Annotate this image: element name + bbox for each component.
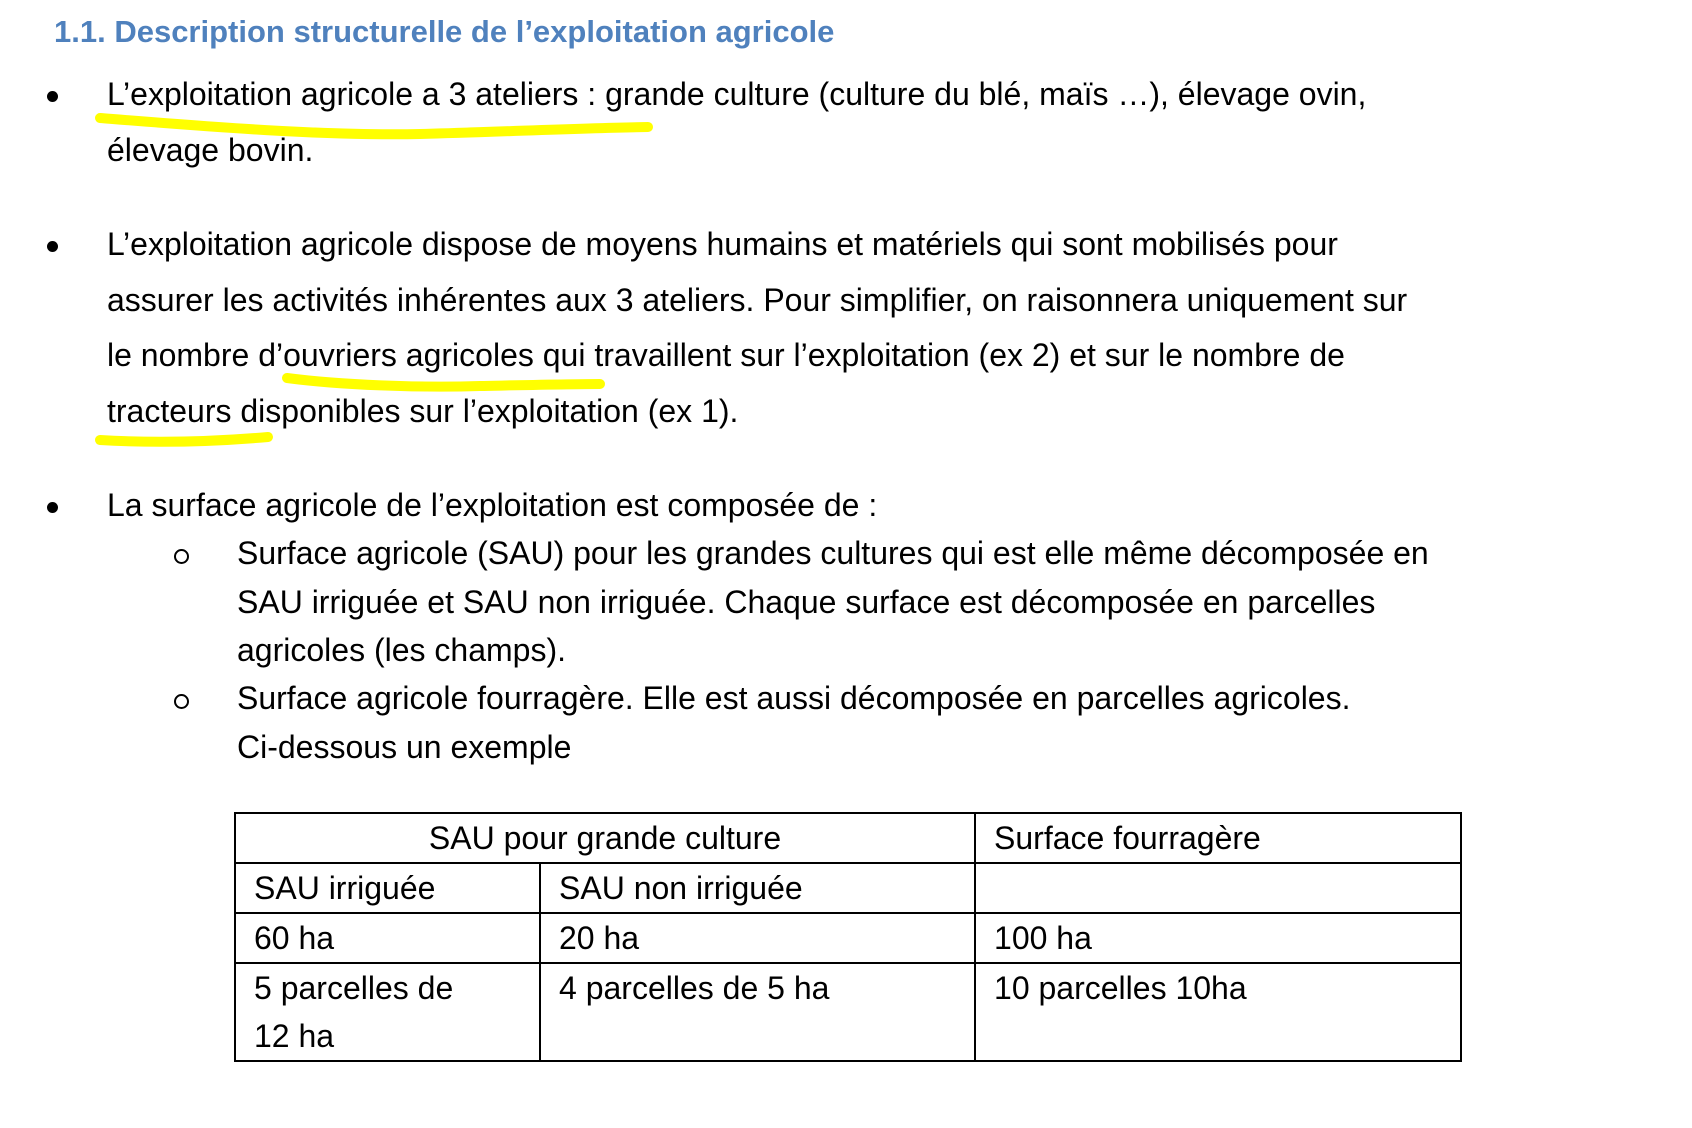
table-row: 60 ha 20 ha 100 ha — [234, 912, 1463, 964]
bullet-1-line-1: L’exploitation agricole a 3 ateliers : g… — [107, 76, 1367, 112]
table-row: 5 parcelles de 12 ha 4 parcelles de 5 ha… — [234, 962, 1463, 1062]
bullet-2-line-1: L’exploitation agricole dispose de moyen… — [107, 226, 1338, 262]
sub-item-1-line-2: SAU irriguée et SAU non irriguée. Chaque… — [237, 583, 1376, 620]
cell-fourrage-surface: 100 ha — [974, 912, 1463, 964]
bullet-marker — [47, 241, 58, 252]
document-page: 1.1. Description structurelle de l’explo… — [0, 0, 1692, 1128]
subheader-fourrage-empty — [974, 862, 1463, 914]
cell-non-irriguee-surface: 20 ha — [538, 912, 977, 964]
section-heading: 1.1. Description structurelle de l’explo… — [54, 14, 835, 49]
bullet-1-text: L’exploitation agricole a 3 ateliers : g… — [107, 67, 1366, 178]
bullet-2-line-3: le nombre d’ouvriers agricoles qui trava… — [107, 337, 1345, 373]
cell-irriguee-surface: 60 ha — [234, 912, 541, 964]
sub-item-2-line-2: Ci-dessous un exemple — [237, 728, 572, 765]
bullet-2-line-4: tracteurs disponibles sur l’exploitation… — [107, 392, 739, 429]
subheader-sau-irriguee: SAU irriguée — [234, 862, 541, 914]
bullet-1-line-2: élevage bovin. — [107, 131, 314, 168]
sub-bullet-marker — [174, 549, 189, 564]
cell-fourrage-parcelles: 10 parcelles 10ha — [974, 962, 1463, 1062]
bullet-3-text: La surface agricole de l’exploitation es… — [107, 478, 877, 534]
table-header-row: SAU pour grande culture Surface fourragè… — [233, 812, 1463, 864]
sub-item-1-text: Surface agricole (SAU) pour les grandes … — [237, 529, 1429, 675]
cell-irriguee-parcelles: 5 parcelles de 12 ha — [234, 962, 541, 1062]
sub-item-2-line-1: Surface agricole fourragère. Elle est au… — [237, 680, 1351, 716]
sub-item-1-line-1: Surface agricole (SAU) pour les grandes … — [237, 535, 1429, 571]
cell-irriguee-parcelles-line-1: 5 parcelles de — [254, 970, 454, 1006]
cell-irriguee-parcelles-line-2: 12 ha — [254, 1018, 335, 1054]
sub-bullet-marker — [174, 694, 189, 709]
subheader-sau-non-irriguee: SAU non irriguée — [538, 862, 977, 914]
sub-item-1-line-3: agricoles (les champs). — [237, 632, 566, 668]
table-subheader-row: SAU irriguée SAU non irriguée — [234, 862, 1463, 914]
bullet-2-line-2: assurer les activités inhérentes aux 3 a… — [107, 281, 1408, 318]
surface-table: SAU pour grande culture Surface fourragè… — [233, 812, 1463, 1062]
bullet-3-line-1: La surface agricole de l’exploitation es… — [107, 487, 878, 523]
bullet-marker — [47, 91, 58, 102]
sub-item-2-text: Surface agricole fourragère. Elle est au… — [237, 674, 1350, 771]
cell-non-irriguee-parcelles: 4 parcelles de 5 ha — [538, 962, 977, 1062]
bullet-marker — [47, 502, 58, 513]
bullet-2-text: L’exploitation agricole dispose de moyen… — [107, 217, 1407, 439]
header-surface-fourragere: Surface fourragère — [974, 812, 1463, 864]
header-sau-grande-culture: SAU pour grande culture — [233, 812, 977, 864]
